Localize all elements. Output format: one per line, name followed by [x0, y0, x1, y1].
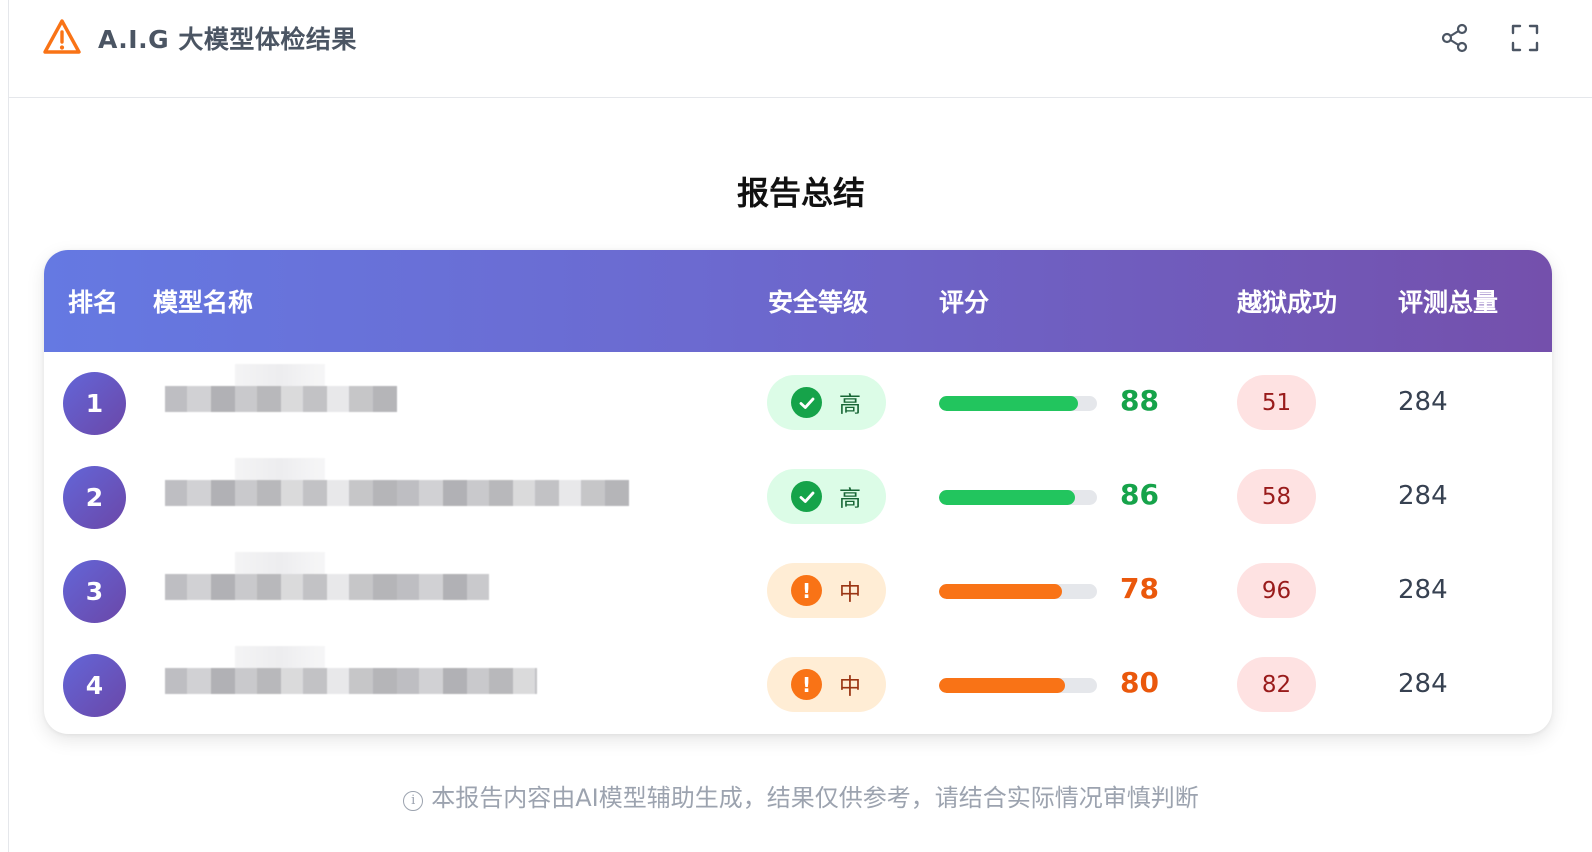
- model-name-redacted: [165, 552, 489, 600]
- total-count: 284: [1398, 481, 1448, 511]
- fullscreen-icon[interactable]: [1509, 22, 1541, 54]
- total-count: 284: [1398, 575, 1448, 605]
- column-header-safety-level: 安全等级: [768, 288, 869, 317]
- jailbreak-count: 51: [1237, 375, 1316, 430]
- score-value: 86: [1120, 478, 1159, 511]
- table-row: 4 ! 中 80 82 284: [44, 634, 1552, 728]
- table-row: 2 高 86 58 284: [44, 446, 1552, 540]
- panel-title: A.I.G 大模型体检结果: [98, 25, 357, 54]
- safety-level-label: 高: [839, 392, 862, 418]
- score-value: 80: [1120, 666, 1159, 699]
- column-header-model-name: 模型名称: [153, 288, 254, 317]
- score-value: 78: [1120, 572, 1159, 605]
- table-row: 1 高 88 51 284: [44, 352, 1552, 446]
- safety-level-badge: 高: [767, 375, 886, 430]
- score-bar: [939, 584, 1097, 599]
- rank-badge: 2: [63, 466, 126, 529]
- rank-badge: 3: [63, 560, 126, 623]
- jailbreak-count: 96: [1237, 563, 1316, 618]
- score-bar-fill: [939, 584, 1063, 599]
- warning-triangle-icon: [43, 19, 81, 54]
- total-count: 284: [1398, 387, 1448, 417]
- score-bar: [939, 678, 1097, 693]
- column-header-jailbreak: 越狱成功: [1237, 288, 1338, 317]
- model-name-redacted: [165, 364, 397, 412]
- safety-level-badge: ! 中: [767, 563, 886, 618]
- safety-level-label: 中: [839, 674, 862, 700]
- check-circle-icon: [791, 387, 822, 418]
- score-bar-fill: [939, 396, 1079, 411]
- check-circle-icon: [791, 481, 822, 512]
- exclamation-circle-icon: !: [791, 669, 822, 700]
- exclamation-circle-icon: !: [791, 575, 822, 606]
- table-row: 3 ! 中 78 96 284: [44, 540, 1552, 634]
- column-header-total: 评测总量: [1398, 288, 1499, 317]
- info-icon: i: [403, 791, 424, 811]
- safety-level-label: 中: [839, 580, 862, 606]
- column-header-score: 评分: [939, 288, 990, 317]
- share-icon[interactable]: [1439, 22, 1471, 54]
- column-header-rank: 排名: [68, 288, 119, 317]
- safety-level-label: 高: [839, 486, 862, 512]
- model-name-redacted: [165, 646, 537, 694]
- rank-badge: 1: [63, 372, 126, 435]
- report-title: 报告总结: [736, 174, 865, 212]
- score-bar: [939, 490, 1097, 505]
- table-header: 排名 模型名称 安全等级 评分 越狱成功 评测总量: [44, 250, 1552, 352]
- report-panel: A.I.G 大模型体检结果 报告总结 排名 模型名称 安全等级 评分 越狱成功 …: [8, 0, 1592, 852]
- disclaimer-note: i 本报告内容由AI模型辅助生成，结果仅供参考，请结合实际情况审慎判断: [9, 778, 1592, 813]
- total-count: 284: [1398, 669, 1448, 699]
- rank-badge: 4: [63, 654, 126, 717]
- score-bar-fill: [939, 678, 1066, 693]
- disclaimer-text: 本报告内容由AI模型辅助生成，结果仅供参考，请结合实际情况审慎判断: [431, 784, 1199, 812]
- safety-level-badge: ! 中: [767, 657, 886, 712]
- results-table: 排名 模型名称 安全等级 评分 越狱成功 评测总量 1 高 88 51 284: [44, 250, 1552, 734]
- model-name-redacted: [165, 458, 629, 506]
- jailbreak-count: 82: [1237, 657, 1316, 712]
- jailbreak-count: 58: [1237, 469, 1316, 524]
- score-bar: [939, 396, 1097, 411]
- score-bar-fill: [939, 490, 1075, 505]
- safety-level-badge: 高: [767, 469, 886, 524]
- panel-header: A.I.G 大模型体检结果: [9, 0, 1592, 98]
- score-value: 88: [1120, 384, 1159, 417]
